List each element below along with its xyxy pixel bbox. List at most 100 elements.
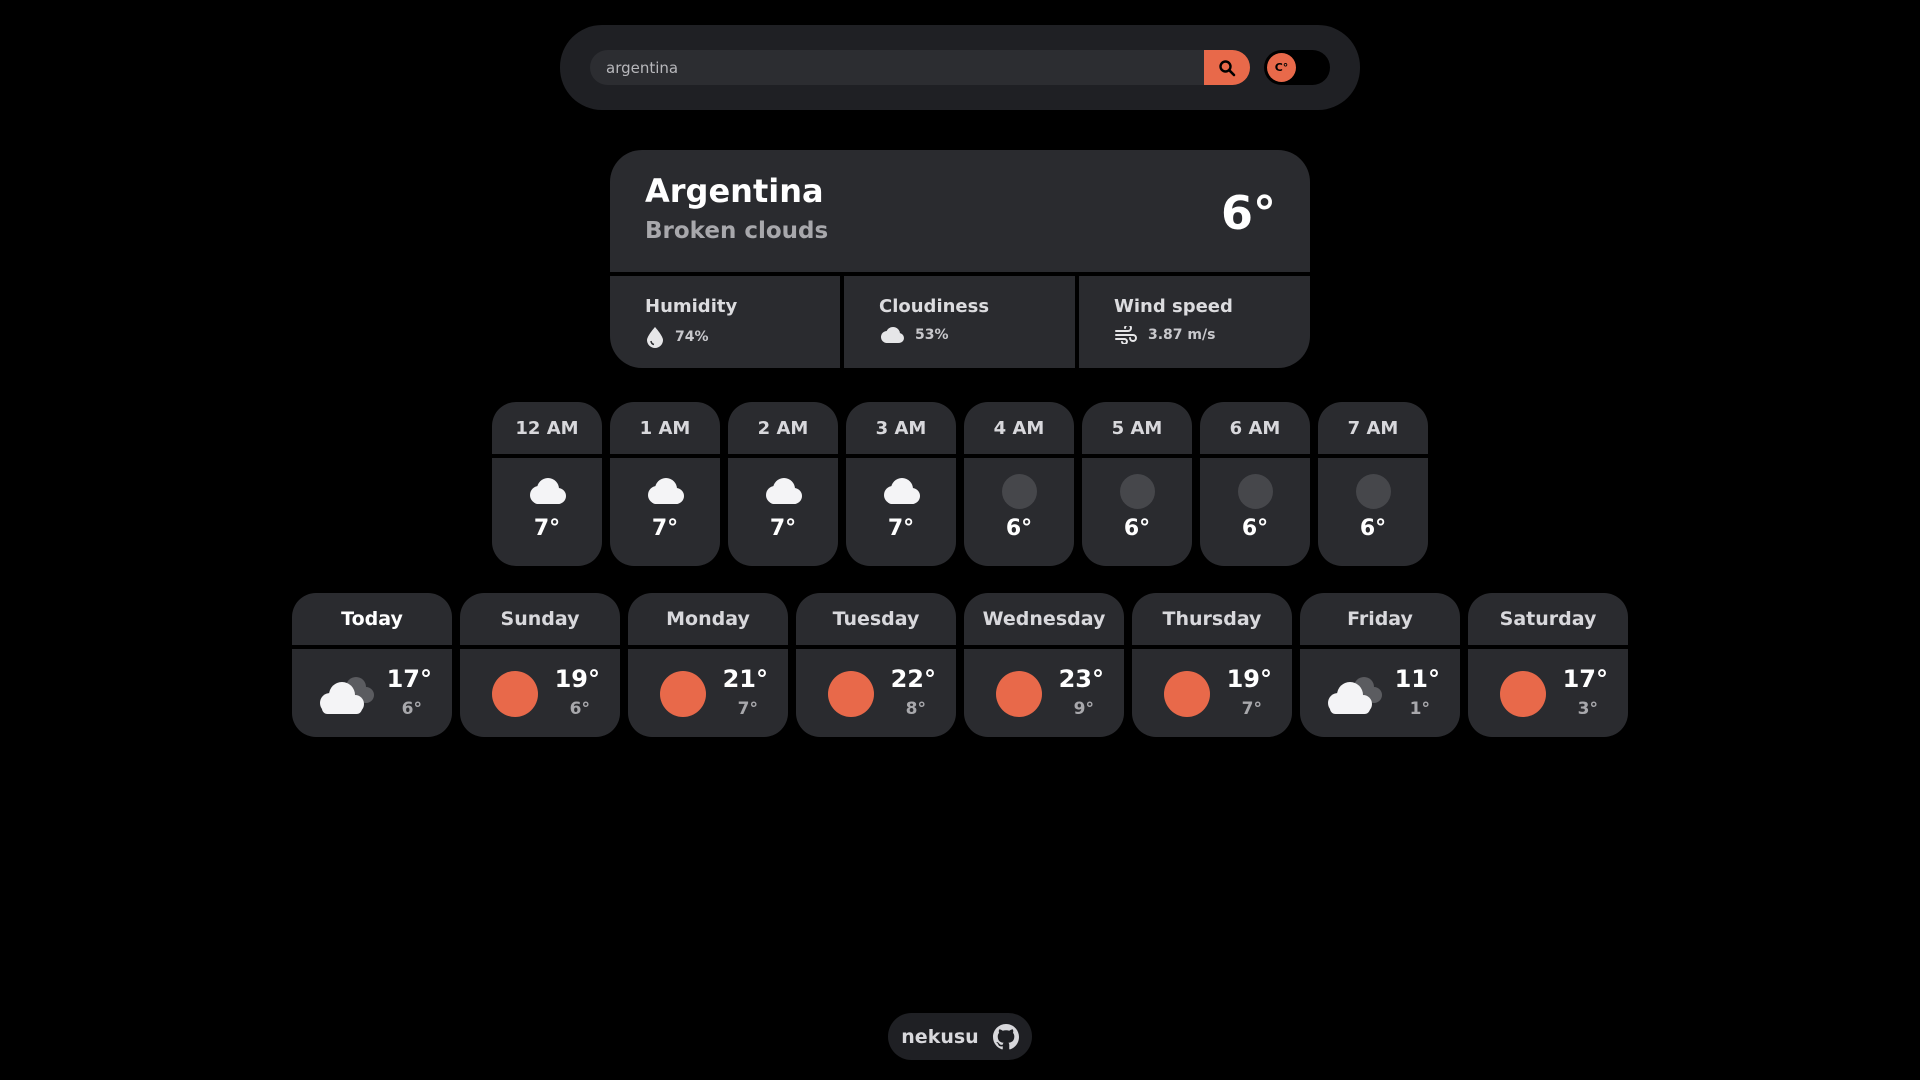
hour-temp: 7° — [651, 516, 679, 541]
hour-card: 12 AM 7° — [492, 402, 602, 566]
hour-icon-slot — [761, 472, 805, 510]
cloudiness-label: Cloudiness — [879, 296, 990, 317]
daily-forecast: Today 17° 6° Sunday 19° 6° Monday 21° 7° Tuesday 2… — [292, 593, 1628, 737]
moon-icon — [1355, 473, 1391, 509]
day-icon-slot — [648, 669, 718, 719]
cloud-icon — [648, 478, 684, 504]
day-body: 19° 7° — [1132, 649, 1292, 737]
sun-icon — [492, 671, 538, 717]
day-name: Today — [292, 593, 452, 645]
day-name: Sunday — [460, 593, 620, 645]
hour-time: 12 AM — [492, 402, 602, 454]
unit-toggle-knob: C° — [1267, 53, 1296, 82]
current-temperature: 6° — [1220, 186, 1276, 240]
hour-temp: 6° — [1241, 516, 1269, 541]
search-input[interactable] — [590, 50, 1204, 85]
hour-body: 6° — [964, 458, 1074, 566]
weather-description: Broken clouds — [645, 218, 829, 244]
current-weather-card: Argentina Broken clouds 6° — [610, 150, 1310, 272]
wind-speed-card: Wind speed 3.87 m/s — [1079, 276, 1310, 368]
sun-icon — [828, 671, 874, 717]
clouds-icon — [1328, 677, 1382, 714]
hour-temp: 6° — [1005, 516, 1033, 541]
day-card: Wednesday 23° 9° — [964, 593, 1124, 737]
day-low-temp: 1° — [1409, 699, 1430, 719]
hour-temp: 6° — [1123, 516, 1151, 541]
clouds-icon — [320, 677, 374, 714]
day-icon-slot — [816, 669, 886, 719]
day-body: 23° 9° — [964, 649, 1124, 737]
wind-icon — [1115, 326, 1137, 344]
day-low-temp: 6° — [569, 699, 590, 719]
day-low-temp: 7° — [1241, 699, 1262, 719]
day-low-temp: 9° — [1073, 699, 1094, 719]
day-high-temp: 11° — [1394, 665, 1440, 693]
hour-time: 2 AM — [728, 402, 838, 454]
hour-card: 5 AM 6° — [1082, 402, 1192, 566]
hour-body: 7° — [728, 458, 838, 566]
cloud-icon — [881, 327, 904, 343]
cloud-icon — [766, 478, 802, 504]
moon-icon — [1237, 473, 1273, 509]
humidity-card: Humidity 74% — [610, 276, 840, 368]
search-button[interactable] — [1204, 50, 1250, 85]
city-name: Argentina — [645, 172, 824, 210]
sun-icon — [996, 671, 1042, 717]
hour-card: 6 AM 6° — [1200, 402, 1310, 566]
day-name: Thursday — [1132, 593, 1292, 645]
unit-toggle[interactable]: C° — [1264, 50, 1330, 85]
day-low-temp: 3° — [1577, 699, 1598, 719]
day-icon-slot — [1488, 669, 1558, 719]
hour-temp: 7° — [533, 516, 561, 541]
day-icon-slot — [984, 669, 1054, 719]
hour-card: 4 AM 6° — [964, 402, 1074, 566]
hour-card: 2 AM 7° — [728, 402, 838, 566]
day-card: Tuesday 22° 8° — [796, 593, 956, 737]
day-body: 21° 7° — [628, 649, 788, 737]
day-low-temp: 8° — [905, 699, 926, 719]
hour-body: 6° — [1082, 458, 1192, 566]
hour-body: 7° — [492, 458, 602, 566]
moon-icon — [1119, 473, 1155, 509]
search-bar: C° — [560, 25, 1360, 110]
humidity-label: Humidity — [645, 296, 738, 317]
sun-icon — [660, 671, 706, 717]
sun-icon — [1500, 671, 1546, 717]
day-name: Tuesday — [796, 593, 956, 645]
day-card: Monday 21° 7° — [628, 593, 788, 737]
hour-icon-slot — [1355, 472, 1391, 510]
day-body: 17° 3° — [1468, 649, 1628, 737]
hour-time: 3 AM — [846, 402, 956, 454]
github-icon — [992, 1023, 1019, 1049]
github-link[interactable]: nekusu — [888, 1013, 1032, 1060]
droplet-icon — [647, 327, 663, 348]
hour-temp: 6° — [1359, 516, 1387, 541]
day-high-temp: 19° — [554, 665, 600, 693]
day-card: Thursday 19° 7° — [1132, 593, 1292, 737]
day-name: Friday — [1300, 593, 1460, 645]
day-icon-slot — [480, 669, 550, 719]
hour-body: 7° — [610, 458, 720, 566]
day-card: Today 17° 6° — [292, 593, 452, 737]
hour-body: 6° — [1318, 458, 1428, 566]
hour-icon-slot — [643, 472, 687, 510]
day-card: Sunday 19° 6° — [460, 593, 620, 737]
hour-icon-slot — [525, 472, 569, 510]
hour-temp: 7° — [769, 516, 797, 541]
search-icon — [1219, 59, 1236, 76]
wind-speed-label: Wind speed — [1114, 296, 1233, 317]
hour-time: 1 AM — [610, 402, 720, 454]
weather-app: C° Argentina Broken clouds 6° Humidity 7… — [0, 0, 1920, 1080]
hourly-forecast: 12 AM 7° 1 AM 7° 2 AM 7° 3 AM 7° 4 AM 6° 5 AM 6° 6 A… — [492, 402, 1428, 566]
footer-author: nekusu — [901, 1025, 979, 1048]
cloudiness-card: Cloudiness 53% — [844, 276, 1075, 368]
hour-card: 3 AM 7° — [846, 402, 956, 566]
hour-time: 5 AM — [1082, 402, 1192, 454]
day-high-temp: 17° — [1562, 665, 1608, 693]
hour-icon-slot — [1119, 472, 1155, 510]
day-low-temp: 6° — [401, 699, 422, 719]
day-high-temp: 21° — [722, 665, 768, 693]
hour-time: 4 AM — [964, 402, 1074, 454]
hour-card: 7 AM 6° — [1318, 402, 1428, 566]
day-name: Wednesday — [964, 593, 1124, 645]
